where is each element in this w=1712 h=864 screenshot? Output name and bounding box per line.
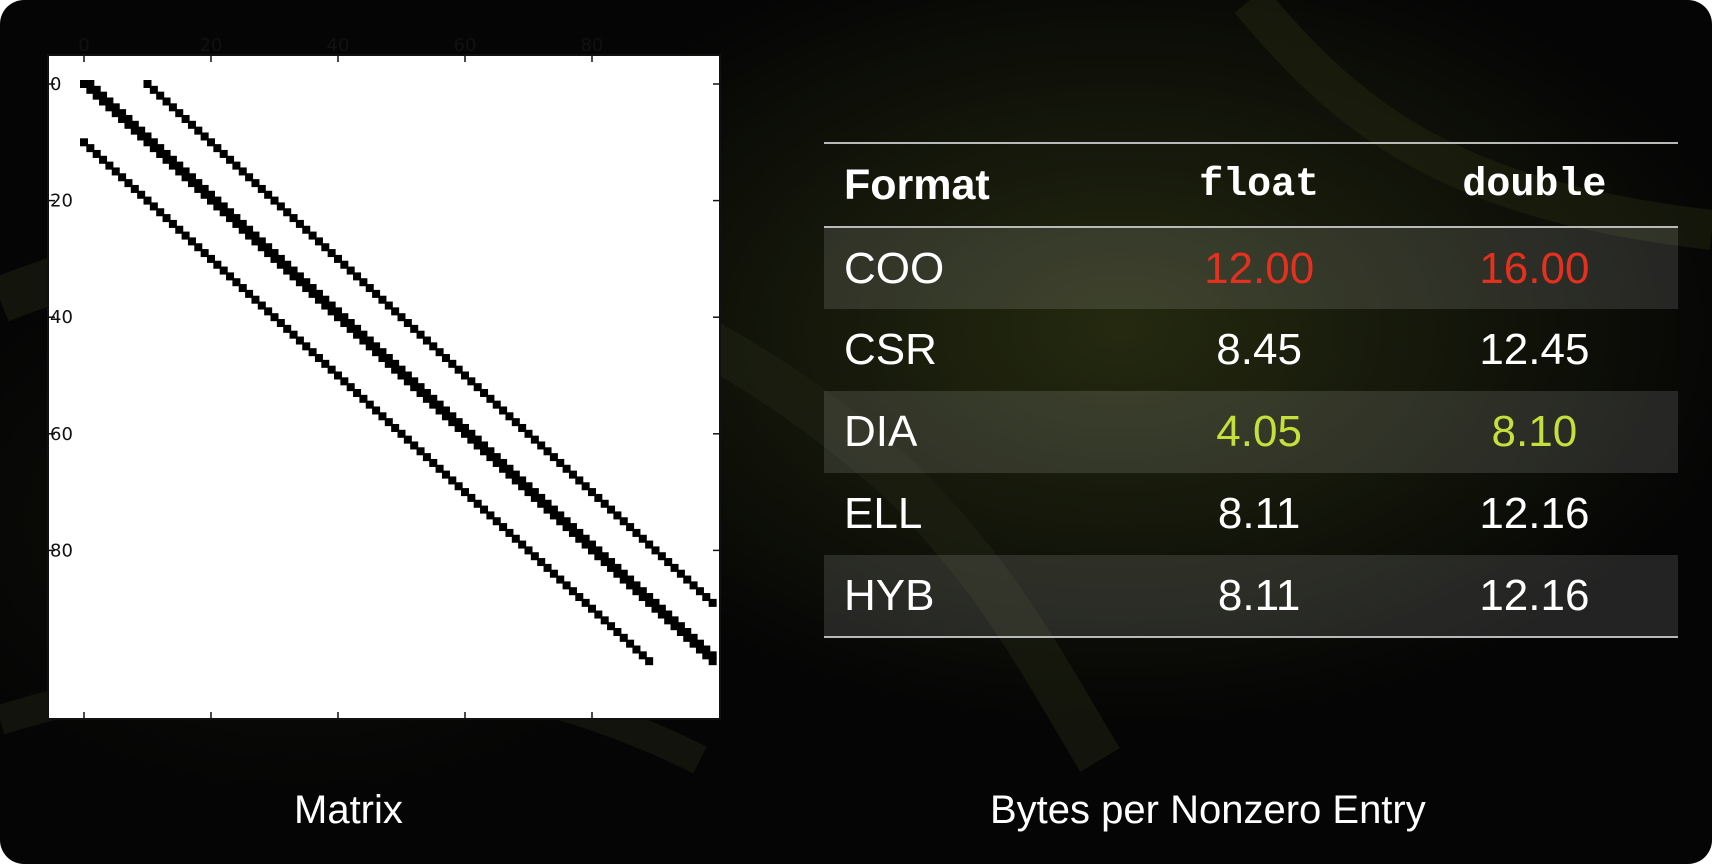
x-tick-label: 20	[200, 35, 223, 56]
nonzero-entry	[645, 657, 654, 666]
float-cell: 8.11	[1217, 489, 1301, 538]
slide: 0 20 40 60 80 0 20 40 60 80 Format float double C…	[0, 0, 1712, 864]
y-tick-label: 20	[50, 191, 73, 212]
header-double: double	[1462, 162, 1607, 208]
nonzero-entry	[708, 598, 717, 607]
matrix-spy-plot: 0 20 40 60 80 0 20 40 60 80	[47, 35, 721, 720]
table-row-coo: COO 12.00 16.00	[824, 227, 1678, 309]
float-cell: 12.00	[1204, 243, 1315, 293]
double-cell: 12.16	[1479, 489, 1590, 538]
float-cell: 8.11	[1217, 570, 1301, 620]
x-tick-label: 80	[581, 35, 604, 56]
table-row-dia: DIA 4.05 8.10	[824, 391, 1678, 473]
format-cell: COO	[844, 243, 945, 293]
plot-area	[48, 55, 720, 719]
double-cell: 8.10	[1491, 407, 1578, 456]
table-row-hyb: HYB 8.11 12.16	[824, 555, 1678, 637]
float-cell: 8.45	[1216, 325, 1302, 374]
nonzero-entry	[708, 651, 717, 660]
double-cell: 12.16	[1479, 570, 1590, 620]
format-cell: ELL	[844, 489, 923, 538]
x-tick-label: 40	[327, 35, 350, 56]
table-header-row: Format float double	[824, 143, 1678, 227]
table-row-ell: ELL 8.11 12.16	[824, 473, 1678, 555]
matrix-caption: Matrix	[294, 788, 403, 832]
x-tick-label: 60	[454, 35, 477, 56]
y-tick-label: 60	[50, 424, 73, 445]
bytes-per-nonzero-table: Format float double COO 12.00 16.00 CSR …	[824, 142, 1678, 638]
y-tick-label: 40	[50, 307, 73, 328]
format-cell: HYB	[844, 570, 935, 620]
header-float: float	[1199, 162, 1320, 208]
y-tick-label: 80	[50, 540, 73, 561]
y-tick-label: 0	[50, 74, 61, 95]
bytes-caption: Bytes per Nonzero Entry	[990, 788, 1426, 832]
float-cell: 4.05	[1216, 407, 1302, 456]
double-cell: 12.45	[1479, 325, 1590, 374]
header-format: Format	[844, 160, 990, 209]
format-cell: CSR	[844, 325, 937, 374]
x-tick-label: 0	[78, 35, 89, 56]
double-cell: 16.00	[1479, 243, 1590, 293]
table-row-csr: CSR 8.45 12.45	[824, 309, 1678, 391]
format-cell: DIA	[844, 407, 918, 456]
